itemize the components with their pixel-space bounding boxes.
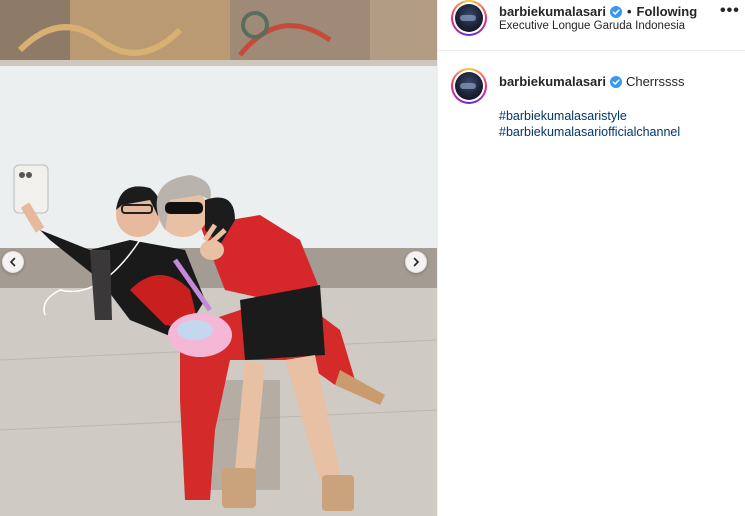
caption-avatar[interactable] bbox=[451, 68, 487, 104]
post-header: barbiekumalasari • Following Executive L… bbox=[438, 0, 745, 51]
verified-badge-icon bbox=[609, 75, 622, 88]
hashtag-link[interactable]: #barbiekumalasariofficialchannel bbox=[499, 124, 680, 140]
next-photo-button[interactable] bbox=[405, 251, 427, 273]
username-link[interactable]: barbiekumalasari bbox=[499, 4, 606, 19]
location-link[interactable]: Executive Longue Garuda Indonesia bbox=[499, 20, 685, 32]
separator-dot: • bbox=[626, 4, 632, 19]
chevron-right-icon bbox=[413, 257, 420, 267]
caption-text: Cherrssss bbox=[625, 74, 685, 89]
previous-photo-button[interactable] bbox=[2, 251, 24, 273]
post-side-panel: barbiekumalasari • Following Executive L… bbox=[437, 0, 745, 516]
verified-badge-icon bbox=[609, 5, 622, 18]
chevron-left-icon bbox=[9, 257, 16, 267]
following-button[interactable]: Following bbox=[637, 4, 698, 19]
header-username-row: barbiekumalasari • Following bbox=[499, 4, 697, 19]
hashtag-link[interactable]: #barbiekumalasaristyle bbox=[499, 108, 680, 124]
more-options-button[interactable]: ••• bbox=[720, 2, 740, 20]
photo-image bbox=[0, 0, 437, 516]
post-photo[interactable] bbox=[0, 0, 437, 516]
avatar[interactable] bbox=[451, 0, 487, 36]
hashtag-list: #barbiekumalasaristyle #barbiekumalasari… bbox=[499, 108, 680, 140]
caption-username-link[interactable]: barbiekumalasari bbox=[499, 74, 606, 89]
caption: barbiekumalasari Cherrssss bbox=[499, 74, 684, 89]
